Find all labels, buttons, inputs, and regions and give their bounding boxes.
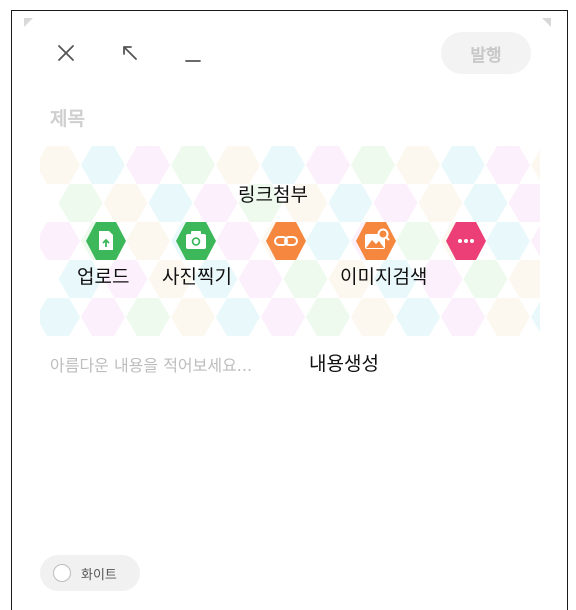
image-search-label: 이미지검색 (340, 266, 428, 288)
hexagon-tile (40, 146, 80, 184)
minimize-icon[interactable] (181, 41, 205, 65)
hexagon-tile (463, 260, 508, 298)
hexagon-tile (306, 222, 350, 260)
hexagon-tile (171, 298, 215, 336)
hexagon-tile (531, 149, 540, 181)
corner-decoration (24, 18, 33, 27)
theme-toggle[interactable]: 화이트 (40, 555, 140, 591)
hexagon-tile (463, 184, 508, 222)
hexagon-tile (58, 184, 103, 222)
generate-content-label[interactable]: 내용생성 (309, 349, 379, 376)
take-photo-label: 사진찍기 (162, 266, 232, 288)
hexagon-tile (40, 298, 80, 336)
content-input[interactable]: 아름다운 내용을 적어보세요... (50, 352, 252, 376)
hexagon-tile (126, 222, 170, 260)
hexagon-tile (531, 301, 540, 333)
hexagon-tile (148, 184, 193, 222)
hexagon-tile (261, 298, 305, 336)
hexagon-tile (216, 146, 260, 184)
hexagon-tile (531, 225, 540, 257)
hexagon-tile (508, 184, 540, 222)
close-icon[interactable] (54, 41, 78, 65)
hexagon-tile (306, 146, 350, 184)
theme-label: 화이트 (81, 567, 117, 583)
radio-circle-icon (53, 564, 71, 582)
hexagon-tile (126, 146, 170, 184)
hexagon-tile (441, 298, 485, 336)
hexagon-tile (40, 222, 80, 260)
hexagon-tile (81, 146, 125, 184)
hexagon-tile (418, 184, 463, 222)
hexagon-tile (216, 222, 260, 260)
hexagon-tile (261, 146, 305, 184)
more-button[interactable] (444, 219, 488, 263)
hexagon-tile (508, 260, 540, 298)
hexagon-tile (373, 184, 418, 222)
hexagon-tile (396, 146, 440, 184)
hexagon-tile (486, 146, 530, 184)
hexagon-tile (328, 184, 373, 222)
hexagon-tile (103, 184, 148, 222)
hexagon-tile (486, 222, 530, 260)
hexagon-tile (306, 298, 350, 336)
hexagon-tile (171, 146, 215, 184)
hexagon-tile (81, 298, 125, 336)
hexagon-tile (238, 260, 283, 298)
file-upload-button[interactable] (84, 219, 128, 263)
arrow-up-left-icon[interactable] (118, 41, 142, 65)
image-search-button[interactable] (354, 219, 398, 263)
link-attach-label: 링크첨부 (238, 184, 308, 206)
corner-decoration (542, 18, 551, 27)
camera-button[interactable] (174, 219, 218, 263)
hexagon-tile (351, 298, 395, 336)
upload-label: 업로드 (77, 266, 130, 288)
hexagon-tile (283, 260, 328, 298)
hexagon-tile (351, 146, 395, 184)
hexagon-tile (193, 184, 238, 222)
hexagon-tile (396, 222, 440, 260)
link-button[interactable] (264, 219, 308, 263)
hexagon-tile (126, 298, 170, 336)
hexagon-tile (441, 146, 485, 184)
hexagon-tile (486, 298, 530, 336)
hexagon-tile (396, 298, 440, 336)
hexagon-tile (216, 298, 260, 336)
title-input[interactable]: 제목 (50, 104, 85, 131)
publish-button[interactable]: 발행 (441, 32, 531, 74)
